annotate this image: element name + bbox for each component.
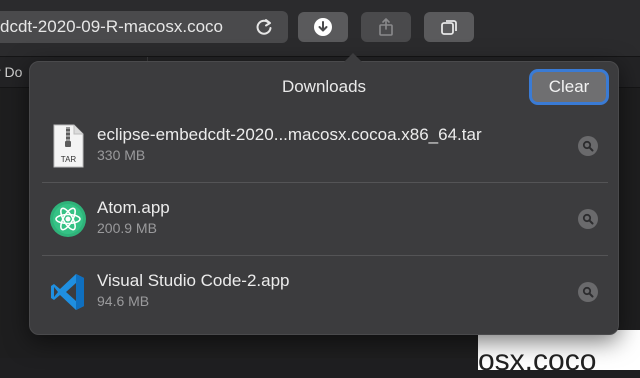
magnifier-icon <box>582 286 594 298</box>
downloads-button[interactable] <box>298 12 348 42</box>
download-item[interactable]: Visual Studio Code-2.app 94.6 MB <box>40 256 608 328</box>
tab-overview-button[interactable] <box>424 12 474 42</box>
reveal-in-finder-button[interactable] <box>578 209 598 229</box>
reveal-in-finder-button[interactable] <box>578 136 598 156</box>
download-item-name: Atom.app <box>97 198 170 217</box>
address-text[interactable]: dcdt-2020-09-R-macosx.coco <box>0 17 240 37</box>
tab-overview-icon <box>441 20 457 35</box>
tar-icon-label: TAR <box>61 155 77 164</box>
download-icon <box>314 18 332 36</box>
vscode-app-icon <box>51 274 84 310</box>
downloads-popover: Downloads Clear TAR eclipse-embedcdt-202… <box>29 53 619 335</box>
popover-title: Downloads <box>281 77 367 96</box>
reload-icon[interactable] <box>253 16 275 38</box>
download-item-name: eclipse-embedcdt-2020...macosx.cocoa.x86… <box>97 125 482 144</box>
address-bar[interactable]: dcdt-2020-09-R-macosx.coco <box>0 11 288 43</box>
reveal-in-finder-button[interactable] <box>578 282 598 302</box>
tar-archive-icon: TAR <box>53 124 84 168</box>
atom-app-icon <box>50 201 86 237</box>
clear-button[interactable]: Clear <box>532 72 606 102</box>
magnifier-icon <box>582 140 594 152</box>
tab-partial-label[interactable]: r Do <box>0 61 30 83</box>
download-item-size: 330 MB <box>97 147 146 163</box>
popover-arrow <box>343 53 363 63</box>
share-button[interactable] <box>361 12 411 42</box>
page-content-partial: osx.coco <box>478 330 640 377</box>
browser-toolbar: dcdt-2020-09-R-macosx.coco <box>0 0 640 57</box>
download-item[interactable]: TAR eclipse-embedcdt-2020...macosx.cocoa… <box>40 110 608 182</box>
download-item-size: 200.9 MB <box>97 220 157 236</box>
share-icon <box>379 18 393 36</box>
download-item-name: Visual Studio Code-2.app <box>97 271 290 290</box>
magnifier-icon <box>582 213 594 225</box>
page-partial-text: osx.coco <box>478 344 597 377</box>
download-item-size: 94.6 MB <box>97 293 150 309</box>
download-item[interactable]: Atom.app 200.9 MB <box>40 183 608 255</box>
